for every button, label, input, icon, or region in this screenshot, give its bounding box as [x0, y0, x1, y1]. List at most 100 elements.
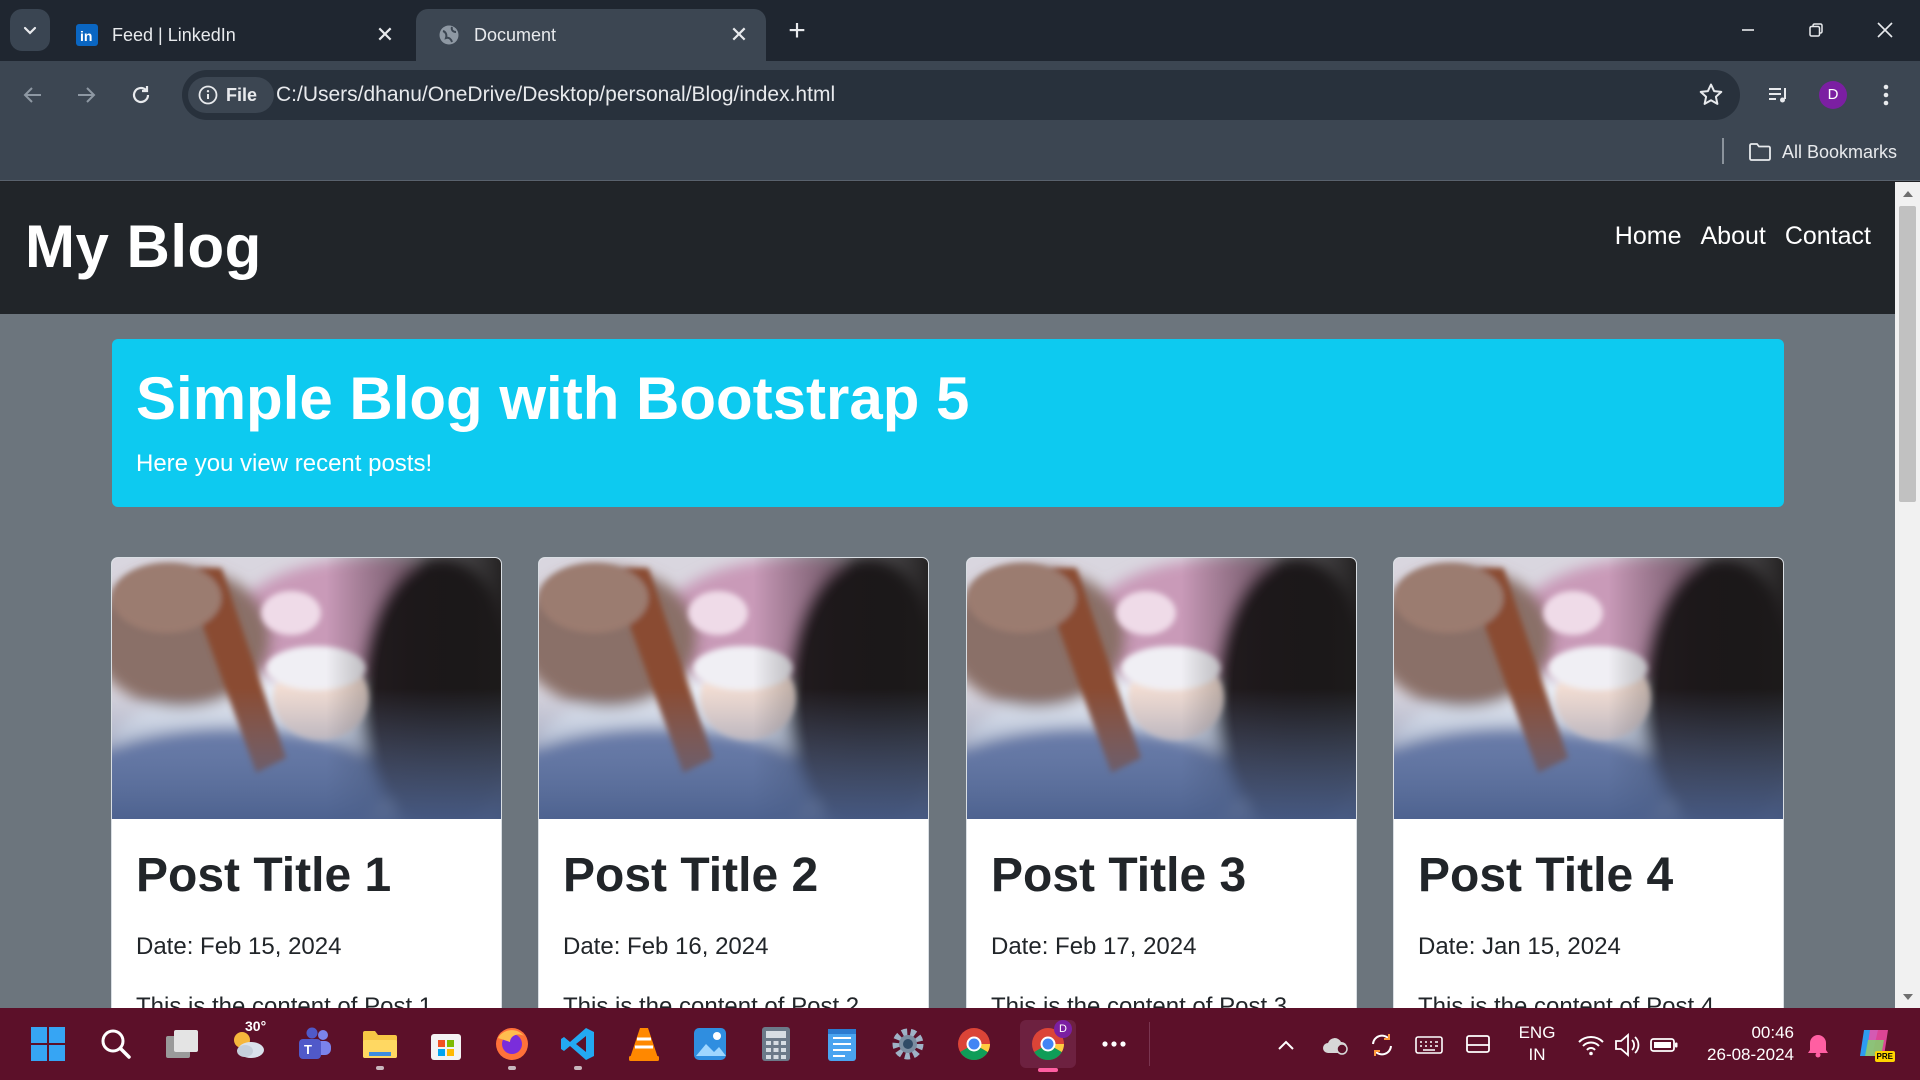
arrow-right-icon	[78, 87, 96, 103]
page-scrollbar[interactable]	[1895, 182, 1920, 1008]
minimize-button[interactable]	[1720, 8, 1776, 52]
site-info-chip[interactable]: File	[188, 77, 274, 113]
microsoft-store-app[interactable]	[422, 1020, 470, 1068]
post-card[interactable]: Post Title 4 Date: Jan 15, 2024 This is …	[1393, 557, 1784, 1008]
show-hidden-icons-button[interactable]	[1271, 1030, 1301, 1060]
post-card[interactable]: Post Title 1 Date: Feb 15, 2024 This is …	[111, 557, 502, 1008]
nav-contact-link[interactable]: Contact	[1785, 222, 1871, 251]
back-button[interactable]	[13, 75, 53, 115]
nav-home-link[interactable]: Home	[1615, 222, 1682, 251]
bookmark-star-icon[interactable]	[1698, 82, 1724, 108]
post-content: This is the content of Post 4	[1418, 992, 1715, 1008]
notepad-icon	[828, 1029, 856, 1061]
volume-tray[interactable]	[1612, 1030, 1642, 1060]
file-explorer-app[interactable]	[356, 1020, 404, 1070]
search-button[interactable]	[92, 1020, 140, 1068]
new-tab-button[interactable]: +	[780, 14, 814, 48]
teams-app[interactable]: T	[290, 1020, 338, 1068]
firefox-icon	[496, 1028, 528, 1060]
minimize-icon	[1742, 29, 1754, 31]
notifications-button[interactable]	[1803, 1030, 1833, 1060]
clock-date: 26-08-2024	[1707, 1045, 1794, 1064]
profile-initial: D	[1827, 86, 1839, 103]
chrome-profile-app-active[interactable]: D	[1020, 1020, 1076, 1072]
reload-button[interactable]	[121, 75, 161, 115]
taskbar-divider	[1149, 1022, 1150, 1066]
site-brand[interactable]: My Blog	[25, 212, 262, 281]
all-bookmarks-button[interactable]: All Bookmarks	[1748, 136, 1897, 168]
system-clock[interactable]: 00:46 26-08-2024	[1698, 1022, 1794, 1066]
scroll-up-arrow-icon[interactable]	[1895, 182, 1920, 204]
folder-icon	[1749, 143, 1771, 161]
touch-keyboard-tray[interactable]	[1414, 1030, 1444, 1060]
tab-linkedin[interactable]: in Feed | LinkedIn ✕	[54, 9, 412, 61]
notepad-app[interactable]	[818, 1020, 866, 1068]
post-title[interactable]: Post Title 1	[136, 849, 501, 903]
running-indicator	[574, 1066, 582, 1070]
copilot-button[interactable]: PRE	[1855, 1024, 1895, 1062]
sync-icon	[1372, 1034, 1392, 1056]
windows-taskbar: T D ENG IN 00:46 26-08-2024 PRE	[0, 1008, 1920, 1080]
photos-icon	[694, 1028, 726, 1060]
keyboard-icon	[1415, 1036, 1443, 1054]
chrome-icon	[958, 1028, 990, 1060]
scrollbar-thumb[interactable]	[1899, 206, 1916, 502]
close-tab-icon[interactable]: ✕	[372, 22, 398, 48]
vscode-icon	[561, 1028, 594, 1060]
copilot-pre-badge: PRE	[1874, 1051, 1895, 1062]
tab-title: Document	[474, 24, 557, 45]
arrow-left-icon	[23, 87, 41, 103]
playlist-icon	[1769, 88, 1786, 103]
task-view-button[interactable]	[158, 1020, 206, 1068]
calculator-app[interactable]	[752, 1020, 800, 1068]
forward-button[interactable]	[66, 75, 106, 115]
display-tray[interactable]	[1463, 1030, 1493, 1060]
vscode-app[interactable]	[554, 1020, 602, 1070]
close-icon	[1877, 22, 1893, 38]
post-image	[112, 558, 501, 819]
settings-app[interactable]	[884, 1020, 932, 1068]
site-header: My Blog Home About Contact	[0, 182, 1895, 314]
more-apps-button[interactable]	[1090, 1020, 1138, 1068]
chrome-app[interactable]	[950, 1020, 998, 1068]
weather-temperature: 30°	[245, 1018, 267, 1034]
svg-text:in: in	[80, 28, 92, 44]
battery-tray[interactable]	[1649, 1030, 1679, 1060]
firefox-app[interactable]	[488, 1020, 536, 1070]
post-date: Date: Jan 15, 2024	[1418, 932, 1621, 960]
post-card[interactable]: Post Title 2 Date: Feb 16, 2024 This is …	[538, 557, 929, 1008]
restore-button[interactable]	[1788, 8, 1844, 52]
close-tab-icon[interactable]: ✕	[726, 22, 752, 48]
media-controls-button[interactable]	[1758, 75, 1798, 115]
onedrive-tray[interactable]	[1320, 1030, 1350, 1060]
tab-search-button[interactable]	[10, 9, 50, 51]
vlc-icon	[629, 1028, 659, 1061]
url-text[interactable]: C:/Users/dhanu/OneDrive/Desktop/personal…	[276, 70, 835, 120]
hero-subtitle: Here you view recent posts!	[136, 450, 433, 477]
wifi-tray[interactable]	[1576, 1030, 1606, 1060]
svg-text:T: T	[304, 1042, 312, 1057]
vlc-app[interactable]	[620, 1020, 668, 1068]
nav-about-link[interactable]: About	[1700, 222, 1765, 251]
sync-tray[interactable]	[1367, 1030, 1397, 1060]
post-title[interactable]: Post Title 4	[1418, 849, 1783, 903]
browser-menu-button[interactable]	[1866, 75, 1906, 115]
post-card[interactable]: Post Title 3 Date: Feb 17, 2024 This is …	[966, 557, 1357, 1008]
post-title[interactable]: Post Title 2	[563, 849, 928, 903]
tab-document[interactable]: Document ✕	[416, 9, 766, 61]
photos-app[interactable]	[686, 1020, 734, 1068]
scroll-down-arrow-icon[interactable]	[1895, 986, 1920, 1008]
cloud-icon	[1323, 1038, 1348, 1055]
post-title[interactable]: Post Title 3	[991, 849, 1356, 903]
site-chip-label: File	[226, 84, 258, 105]
gear-icon	[892, 1028, 924, 1060]
language-code: ENG	[1518, 1023, 1556, 1042]
input-language-indicator[interactable]: ENG IN	[1517, 1022, 1557, 1066]
profile-button[interactable]: D	[1813, 75, 1853, 115]
close-window-button[interactable]	[1857, 8, 1913, 52]
folder-icon	[363, 1031, 397, 1058]
start-button[interactable]	[24, 1020, 72, 1068]
linkedin-icon: in	[76, 24, 98, 46]
main-nav: Home About Contact	[1615, 222, 1871, 251]
address-bar[interactable]: File C:/Users/dhanu/OneDrive/Desktop/per…	[182, 70, 1740, 120]
